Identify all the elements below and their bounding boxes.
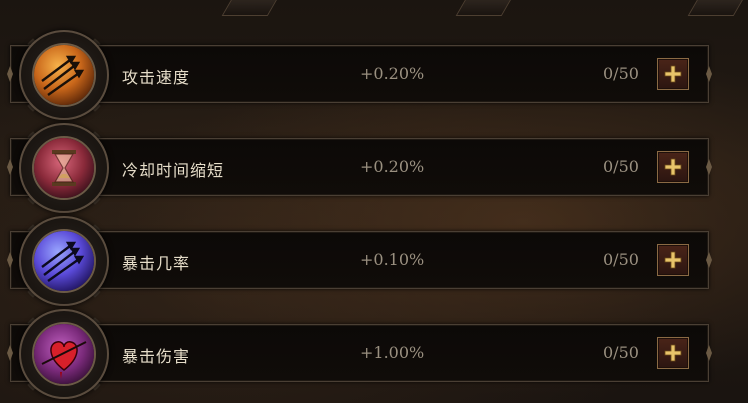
skill-icon-medallion [16, 306, 112, 402]
skill-row-cooldown-reduction: 冷却时间缩短 +0.20% 0/50 [10, 138, 709, 196]
skill-name: 攻击速度 [122, 68, 191, 87]
add-point-button[interactable] [657, 337, 689, 369]
skill-icon-medallion [16, 27, 112, 123]
skill-bonus: +0.10% [360, 250, 425, 269]
bleeding-heart-icon [32, 322, 96, 386]
skill-row-crit-damage: 暴击伤害 +1.00% 0/50 [10, 324, 709, 382]
top-ornament [455, 0, 515, 16]
top-ornament [221, 0, 281, 16]
skill-bonus: +0.20% [360, 64, 425, 83]
skill-row-crit-chance: 暴击几率 +0.10% 0/50 [10, 231, 709, 289]
skill-bonus: +0.20% [360, 157, 425, 176]
skill-bonus: +1.00% [360, 343, 425, 362]
arrows-icon [32, 43, 96, 107]
add-point-button[interactable] [657, 151, 689, 183]
plus-icon [664, 65, 682, 83]
skill-name: 暴击几率 [122, 254, 191, 273]
skill-row-attack-speed: 攻击速度 +0.20% 0/50 [10, 45, 709, 103]
skill-points-count: 0/50 [603, 157, 639, 176]
add-point-button[interactable] [657, 244, 689, 276]
top-ornament [687, 0, 747, 16]
arrows-icon [32, 229, 96, 293]
skill-points-count: 0/50 [603, 250, 639, 269]
plus-icon [664, 158, 682, 176]
skill-points-count: 0/50 [603, 64, 639, 83]
skill-name: 冷却时间缩短 [122, 161, 225, 180]
skill-icon-medallion [16, 120, 112, 216]
plus-icon [664, 251, 682, 269]
add-point-button[interactable] [657, 58, 689, 90]
skill-name: 暴击伤害 [122, 347, 191, 366]
skill-points-count: 0/50 [603, 343, 639, 362]
skill-icon-medallion [16, 213, 112, 309]
hourglass-icon [32, 136, 96, 200]
plus-icon [664, 344, 682, 362]
